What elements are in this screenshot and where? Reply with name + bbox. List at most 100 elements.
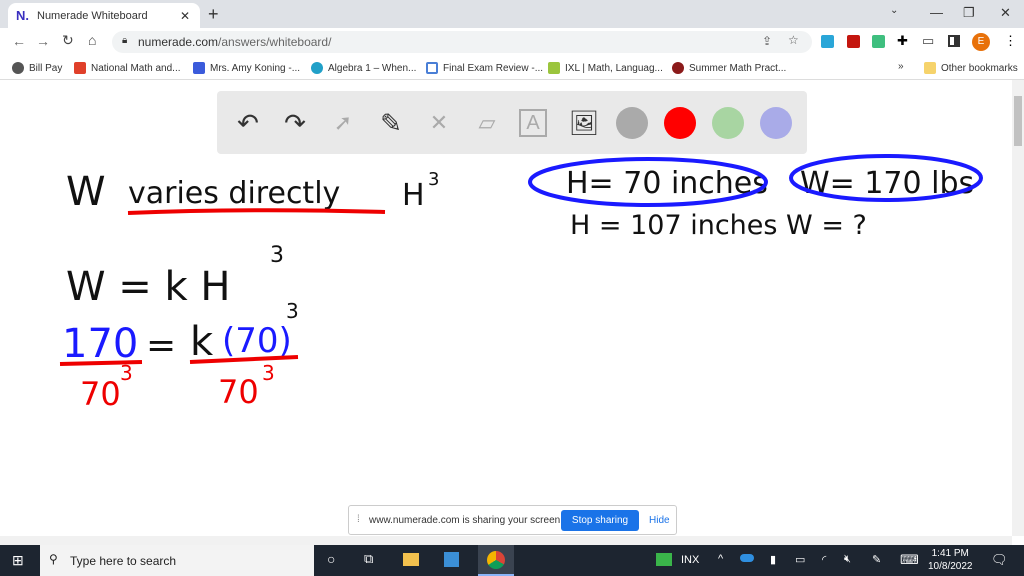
hw-equals: = [146, 325, 176, 366]
back-icon[interactable]: ← [12, 33, 26, 49]
scroll-thumb[interactable] [1014, 96, 1022, 146]
drag-handle-icon[interactable]: ⁞ [357, 514, 360, 525]
ixl-icon [548, 62, 560, 74]
extension-pdf-icon[interactable] [847, 35, 860, 48]
forward-icon[interactable]: → [36, 33, 50, 49]
color-lavender-swatch[interactable] [760, 107, 792, 139]
hw-h: H [402, 178, 425, 213]
pointer-icon[interactable]: ➚ [327, 107, 359, 139]
whiteboard-toolbar: ↶ ↷ ➚ ✎ ✕ ▱ A 🖼︎ [217, 91, 807, 154]
hw-question: H = 107 inches W = ? [570, 210, 867, 241]
bookmark-icon [193, 62, 205, 74]
tools-icon[interactable]: ✕ [423, 107, 455, 139]
volume-muted-icon[interactable]: 🔇︎ [844, 553, 851, 566]
color-green-swatch[interactable] [712, 107, 744, 139]
side-panel-icon[interactable] [948, 35, 960, 47]
color-red-swatch[interactable] [664, 107, 696, 139]
battery-icon[interactable]: ▭ [795, 553, 805, 566]
hw-exp: 3 [286, 299, 299, 323]
stop-sharing-button[interactable]: Stop sharing [561, 510, 639, 531]
bookmarks-bar: Bill Pay National Math and... Mrs. Amy K… [0, 56, 1024, 80]
wifi-icon[interactable]: ◜ [822, 553, 826, 566]
home-icon[interactable]: ⌂ [88, 32, 96, 48]
notifications-icon[interactable]: 🗨︎ [991, 552, 1008, 568]
share-message: www.numerade.com is sharing your screen. [369, 515, 563, 526]
red-underline [127, 208, 386, 215]
tab-strip: N. Numerade Whiteboard ✕ + ⌄ — ❐ ✕ [0, 0, 1024, 28]
lock-icon: 🔒︎ [122, 35, 128, 46]
undo-icon[interactable]: ↶ [232, 107, 264, 139]
reload-icon[interactable]: ↻ [62, 32, 74, 49]
store-icon[interactable] [444, 552, 459, 567]
numerade-favicon: N. [16, 8, 29, 23]
menu-icon[interactable]: ⋮ [1004, 33, 1017, 49]
taskbar-search[interactable]: ⚲ Type here to search [40, 545, 314, 576]
address-bar[interactable]: 🔒︎ numerade.com/answers/whiteboard/ ⇪ ☆ [112, 31, 812, 53]
cast-icon[interactable]: ▭ [922, 33, 934, 49]
color-gray-swatch[interactable] [616, 107, 648, 139]
extension-cloud-icon[interactable] [821, 35, 834, 48]
restore-button[interactable]: ❐ [963, 5, 975, 21]
bookmark-bill-pay[interactable]: Bill Pay [12, 62, 62, 74]
image-icon[interactable]: 🖼︎ [568, 107, 600, 139]
hide-button[interactable]: Hide [649, 515, 670, 526]
hw-w-equals-kh: W = k H [66, 264, 230, 310]
hw-exp: 3 [120, 361, 133, 385]
new-tab-button[interactable]: + [208, 4, 219, 25]
bookmark-icon [74, 62, 86, 74]
more-bookmarks-icon[interactable]: » [898, 61, 904, 72]
ticker-label: INX [681, 554, 700, 566]
onedrive-icon[interactable] [740, 554, 754, 562]
other-bookmarks[interactable]: Other bookmarks [924, 62, 1018, 74]
usb-icon[interactable]: ▮ [770, 553, 776, 566]
hw-varies-directly: varies directly [128, 176, 340, 211]
bookmark-icon [426, 62, 438, 74]
windows-start-icon[interactable]: ⊞ [12, 552, 24, 569]
profile-avatar[interactable]: E [972, 33, 990, 51]
hw-paren-70: (70) [222, 321, 292, 361]
extension-green-icon[interactable] [872, 35, 885, 48]
bookmark-summer-math[interactable]: Summer Math Pract... [672, 62, 786, 74]
redo-icon[interactable]: ↷ [279, 107, 311, 139]
bookmark-final-exam[interactable]: Final Exam Review -... [426, 62, 543, 74]
minimize-button[interactable]: — [930, 5, 943, 20]
tab-search-icon[interactable]: ⌄ [890, 5, 898, 16]
hw-w: W [66, 169, 106, 215]
globe-icon [12, 62, 24, 74]
cortana-icon[interactable]: ○ [327, 551, 335, 567]
url-path: /answers/whiteboard/ [218, 35, 332, 49]
folder-icon [924, 62, 936, 74]
clock[interactable]: 1:41 PM 10/8/2022 [928, 547, 973, 573]
bookmark-ixl[interactable]: IXL | Math, Languag... [548, 62, 663, 74]
task-view-icon[interactable]: ⧉ [364, 551, 373, 567]
close-window-button[interactable]: ✕ [1000, 5, 1011, 21]
chrome-icon [487, 551, 505, 569]
pen-icon[interactable]: ✎ [375, 107, 407, 139]
tab-title: Numerade Whiteboard [37, 9, 148, 22]
file-explorer-icon[interactable] [403, 553, 419, 566]
vertical-scrollbar[interactable] [1012, 80, 1024, 536]
bookmark-algebra-1[interactable]: Algebra 1 – When... [311, 62, 416, 74]
bookmark-mrs-koning[interactable]: Mrs. Amy Koning -... [193, 62, 300, 74]
wordpress-icon [311, 62, 323, 74]
eraser-icon[interactable]: ▱ [471, 107, 503, 139]
screen-share-bar: ⁞ www.numerade.com is sharing your scree… [348, 505, 677, 535]
horizontal-scrollbar[interactable] [0, 536, 1012, 545]
pen-workspace-icon[interactable]: ✎ [872, 553, 881, 566]
tab-numerade-whiteboard[interactable]: N. Numerade Whiteboard ✕ [8, 3, 200, 28]
bookmark-star-icon[interactable]: ☆ [788, 33, 799, 47]
text-icon[interactable]: A [519, 109, 547, 137]
chrome-taskbar-button[interactable] [478, 545, 514, 576]
stock-widget-icon[interactable] [656, 553, 672, 566]
hw-exp: 3 [270, 243, 284, 268]
windows-taskbar: ⊞ ⚲ Type here to search ○ ⧉ INX ^ ▮ ▭ ◜ … [0, 545, 1024, 576]
extensions-puzzle-icon[interactable]: ✚ [897, 33, 908, 49]
show-hidden-icons[interactable]: ^ [718, 553, 723, 565]
close-tab-icon[interactable]: ✕ [180, 9, 190, 23]
bookmark-national-math[interactable]: National Math and... [74, 62, 181, 74]
hw-exp: 3 [428, 169, 439, 190]
hw-denominator-70: 70 [80, 375, 121, 413]
share-icon[interactable]: ⇪ [762, 34, 772, 48]
hw-exp: 3 [262, 361, 275, 385]
keyboard-icon[interactable]: ⌨ [900, 552, 919, 568]
